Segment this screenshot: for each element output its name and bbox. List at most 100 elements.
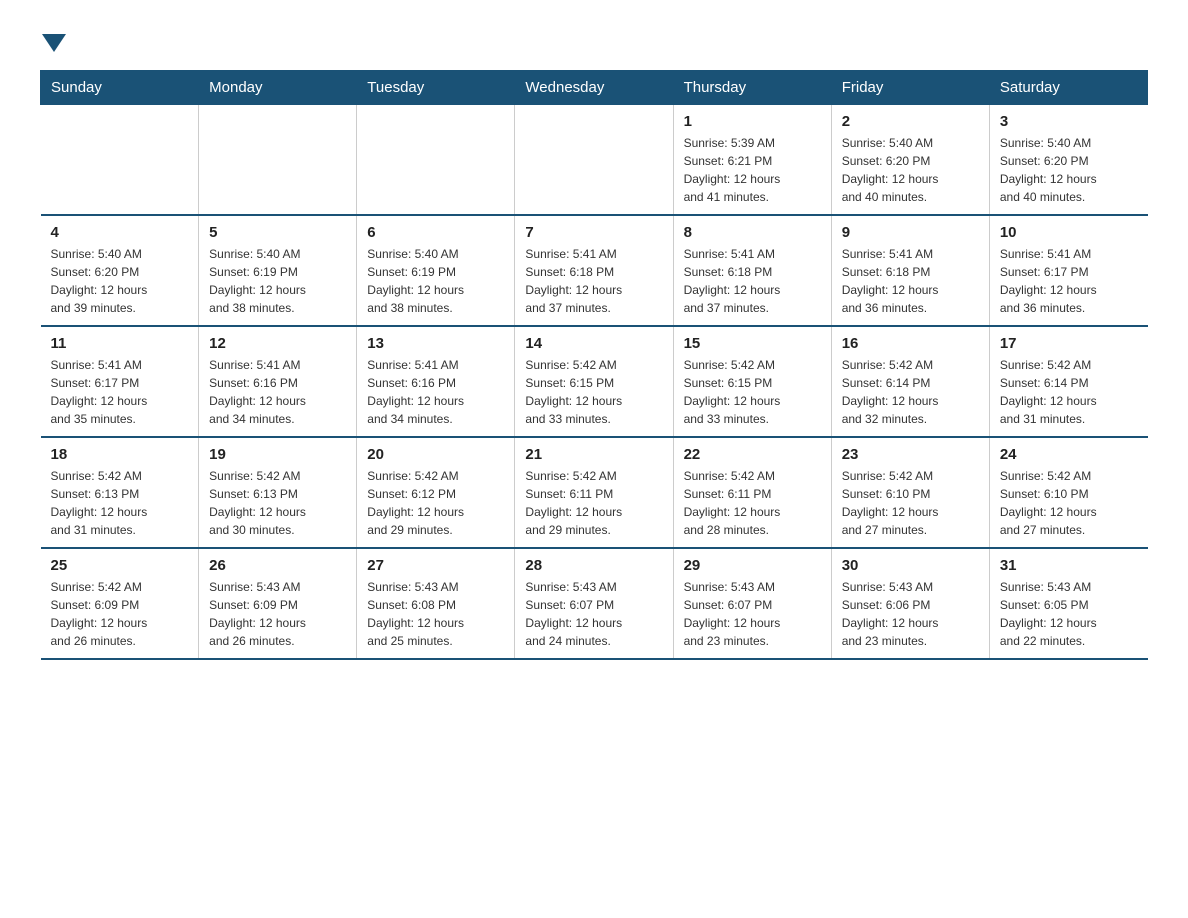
logo [40,30,66,50]
day-number: 28 [525,557,662,574]
day-info: Sunrise: 5:43 AM Sunset: 6:07 PM Dayligh… [684,578,821,650]
day-number: 10 [1000,224,1138,241]
day-info: Sunrise: 5:42 AM Sunset: 6:10 PM Dayligh… [842,467,979,539]
day-info: Sunrise: 5:41 AM Sunset: 6:18 PM Dayligh… [525,245,662,317]
day-info: Sunrise: 5:40 AM Sunset: 6:19 PM Dayligh… [209,245,346,317]
day-number: 26 [209,557,346,574]
day-info: Sunrise: 5:43 AM Sunset: 6:07 PM Dayligh… [525,578,662,650]
calendar-cell: 28 Sunrise: 5:43 AM Sunset: 6:07 PM Dayli… [515,548,673,659]
day-info: Sunrise: 5:42 AM Sunset: 6:11 PM Dayligh… [525,467,662,539]
calendar-cell [357,105,515,216]
day-number: 9 [842,224,979,241]
day-info: Sunrise: 5:41 AM Sunset: 6:17 PM Dayligh… [1000,245,1138,317]
day-number: 12 [209,335,346,352]
calendar-cell [515,105,673,216]
page-header [40,30,1148,50]
calendar-cell: 13 Sunrise: 5:41 AM Sunset: 6:16 PM Dayli… [357,326,515,437]
day-info: Sunrise: 5:42 AM Sunset: 6:15 PM Dayligh… [525,356,662,428]
day-number: 2 [842,113,979,130]
calendar-cell: 31 Sunrise: 5:43 AM Sunset: 6:05 PM Dayli… [989,548,1147,659]
week-row-2: 4 Sunrise: 5:40 AM Sunset: 6:20 PM Daylig… [41,215,1148,326]
header-thursday: Thursday [673,71,831,105]
calendar-table: SundayMondayTuesdayWednesdayThursdayFrid… [40,70,1148,660]
day-number: 16 [842,335,979,352]
calendar-header: SundayMondayTuesdayWednesdayThursdayFrid… [41,71,1148,105]
calendar-cell: 10 Sunrise: 5:41 AM Sunset: 6:17 PM Dayli… [989,215,1147,326]
calendar-cell: 5 Sunrise: 5:40 AM Sunset: 6:19 PM Daylig… [199,215,357,326]
day-number: 4 [51,224,189,241]
day-number: 27 [367,557,504,574]
day-number: 24 [1000,446,1138,463]
day-number: 25 [51,557,189,574]
day-info: Sunrise: 5:42 AM Sunset: 6:10 PM Dayligh… [1000,467,1138,539]
calendar-cell [199,105,357,216]
day-info: Sunrise: 5:43 AM Sunset: 6:06 PM Dayligh… [842,578,979,650]
calendar-cell: 19 Sunrise: 5:42 AM Sunset: 6:13 PM Dayli… [199,437,357,548]
day-info: Sunrise: 5:43 AM Sunset: 6:09 PM Dayligh… [209,578,346,650]
day-info: Sunrise: 5:39 AM Sunset: 6:21 PM Dayligh… [684,134,821,206]
day-number: 14 [525,335,662,352]
calendar-cell: 2 Sunrise: 5:40 AM Sunset: 6:20 PM Daylig… [831,105,989,216]
day-number: 8 [684,224,821,241]
calendar-cell: 4 Sunrise: 5:40 AM Sunset: 6:20 PM Daylig… [41,215,199,326]
week-row-1: 1 Sunrise: 5:39 AM Sunset: 6:21 PM Daylig… [41,105,1148,216]
day-number: 17 [1000,335,1138,352]
header-monday: Monday [199,71,357,105]
week-row-5: 25 Sunrise: 5:42 AM Sunset: 6:09 PM Dayli… [41,548,1148,659]
day-info: Sunrise: 5:43 AM Sunset: 6:05 PM Dayligh… [1000,578,1138,650]
day-info: Sunrise: 5:42 AM Sunset: 6:14 PM Dayligh… [1000,356,1138,428]
day-info: Sunrise: 5:41 AM Sunset: 6:17 PM Dayligh… [51,356,189,428]
day-number: 1 [684,113,821,130]
day-number: 30 [842,557,979,574]
calendar-cell: 6Sunrise: 5:40 AM Sunset: 6:19 PM Daylig… [357,215,515,326]
day-number: 18 [51,446,189,463]
day-number: 5 [209,224,346,241]
header-row: SundayMondayTuesdayWednesdayThursdayFrid… [41,71,1148,105]
calendar-cell: 18Sunrise: 5:42 AM Sunset: 6:13 PM Dayli… [41,437,199,548]
day-info: Sunrise: 5:40 AM Sunset: 6:20 PM Dayligh… [1000,134,1138,206]
header-friday: Friday [831,71,989,105]
day-number: 22 [684,446,821,463]
day-info: Sunrise: 5:43 AM Sunset: 6:08 PM Dayligh… [367,578,504,650]
header-sunday: Sunday [41,71,199,105]
day-info: Sunrise: 5:41 AM Sunset: 6:16 PM Dayligh… [367,356,504,428]
calendar-cell: 15 Sunrise: 5:42 AM Sunset: 6:15 PM Dayli… [673,326,831,437]
calendar-cell: 29 Sunrise: 5:43 AM Sunset: 6:07 PM Dayli… [673,548,831,659]
calendar-cell: 7 Sunrise: 5:41 AM Sunset: 6:18 PM Daylig… [515,215,673,326]
calendar-cell: 25 Sunrise: 5:42 AM Sunset: 6:09 PM Dayli… [41,548,199,659]
day-number: 29 [684,557,821,574]
calendar-cell: 27 Sunrise: 5:43 AM Sunset: 6:08 PM Dayli… [357,548,515,659]
calendar-cell [41,105,199,216]
calendar-cell: 12 Sunrise: 5:41 AM Sunset: 6:16 PM Dayli… [199,326,357,437]
week-row-3: 11 Sunrise: 5:41 AM Sunset: 6:17 PM Dayli… [41,326,1148,437]
calendar-cell: 3Sunrise: 5:40 AM Sunset: 6:20 PM Daylig… [989,105,1147,216]
calendar-cell: 21 Sunrise: 5:42 AM Sunset: 6:11 PM Dayli… [515,437,673,548]
day-info: Sunrise: 5:42 AM Sunset: 6:11 PM Dayligh… [684,467,821,539]
day-info: Sunrise: 5:42 AM Sunset: 6:13 PM Dayligh… [209,467,346,539]
calendar-cell: 20Sunrise: 5:42 AM Sunset: 6:12 PM Dayli… [357,437,515,548]
day-number: 21 [525,446,662,463]
day-info: Sunrise: 5:42 AM Sunset: 6:09 PM Dayligh… [51,578,189,650]
header-wednesday: Wednesday [515,71,673,105]
day-info: Sunrise: 5:40 AM Sunset: 6:20 PM Dayligh… [51,245,189,317]
logo-arrow-icon [42,34,66,52]
day-number: 13 [367,335,504,352]
day-info: Sunrise: 5:41 AM Sunset: 6:16 PM Dayligh… [209,356,346,428]
calendar-cell: 11 Sunrise: 5:41 AM Sunset: 6:17 PM Dayli… [41,326,199,437]
day-number: 23 [842,446,979,463]
day-info: Sunrise: 5:40 AM Sunset: 6:20 PM Dayligh… [842,134,979,206]
calendar-cell: 14 Sunrise: 5:42 AM Sunset: 6:15 PM Dayli… [515,326,673,437]
calendar-cell: 9 Sunrise: 5:41 AM Sunset: 6:18 PM Daylig… [831,215,989,326]
day-number: 19 [209,446,346,463]
header-tuesday: Tuesday [357,71,515,105]
calendar-cell: 1 Sunrise: 5:39 AM Sunset: 6:21 PM Daylig… [673,105,831,216]
day-info: Sunrise: 5:41 AM Sunset: 6:18 PM Dayligh… [842,245,979,317]
day-number: 6 [367,224,504,241]
day-number: 11 [51,335,189,352]
calendar-cell: 17 Sunrise: 5:42 AM Sunset: 6:14 PM Dayli… [989,326,1147,437]
day-number: 20 [367,446,504,463]
day-number: 15 [684,335,821,352]
day-number: 31 [1000,557,1138,574]
day-info: Sunrise: 5:42 AM Sunset: 6:15 PM Dayligh… [684,356,821,428]
day-number: 7 [525,224,662,241]
